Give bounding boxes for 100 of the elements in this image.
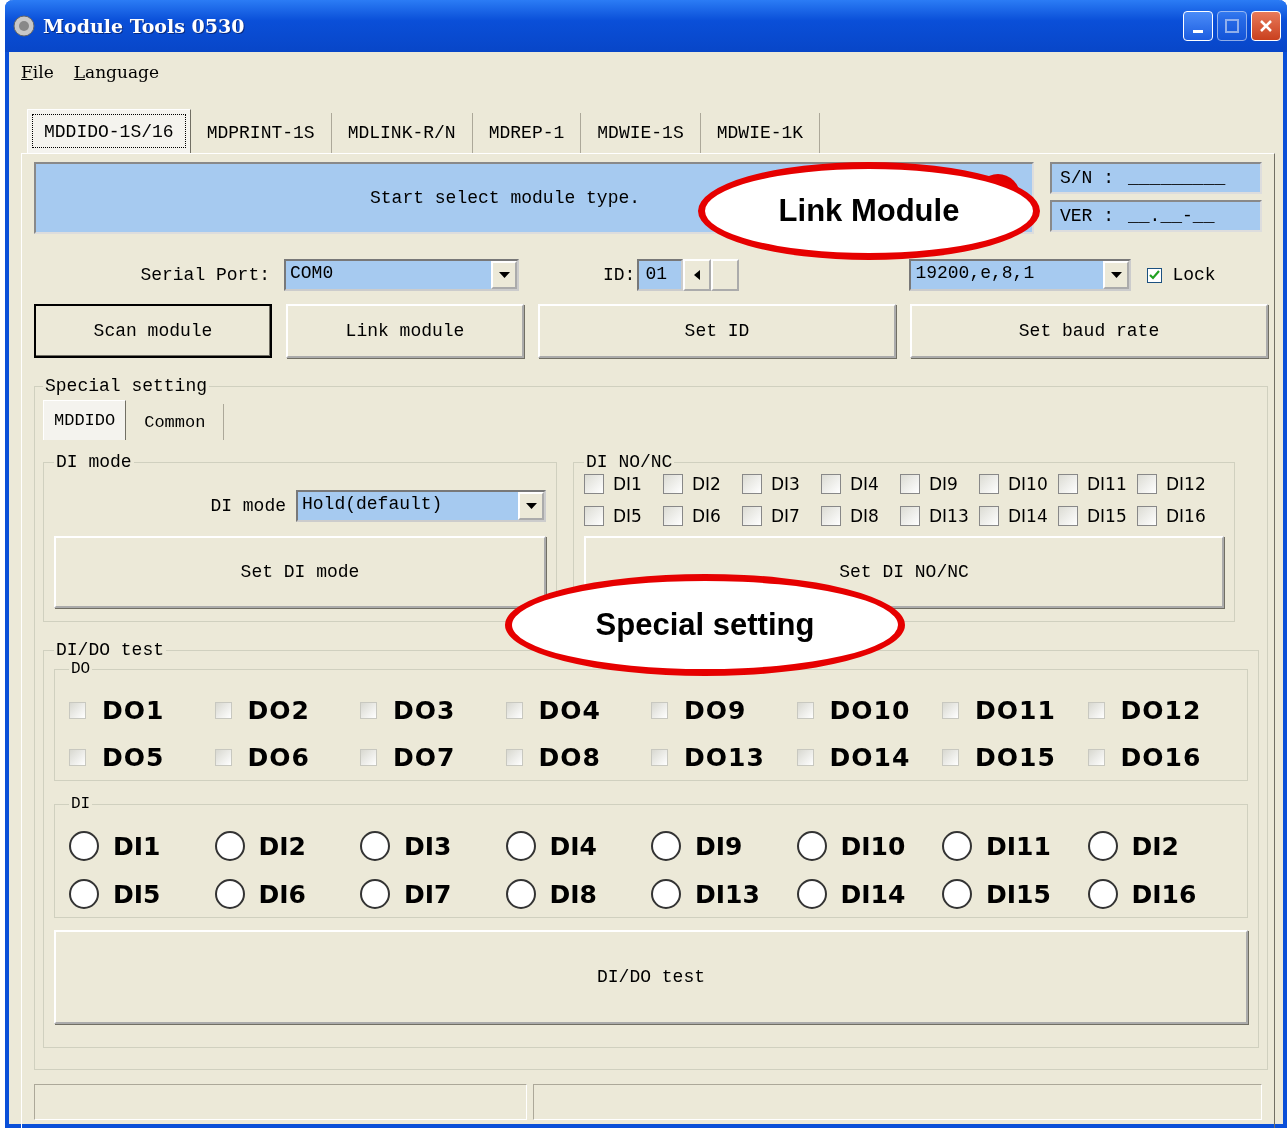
- checkbox[interactable]: [900, 506, 920, 526]
- di-mode-dropdown[interactable]: Hold(default): [296, 490, 546, 522]
- radio-button[interactable]: [796, 831, 827, 861]
- checkbox[interactable]: [900, 474, 920, 494]
- di-mode-label: DI mode: [210, 496, 286, 516]
- action-button[interactable]: Set ID: [538, 304, 896, 358]
- radio-button[interactable]: [360, 879, 390, 909]
- minimize-button[interactable]: [1183, 11, 1213, 41]
- id-field[interactable]: 01: [637, 259, 684, 291]
- menu-item[interactable]: Language: [73, 62, 160, 82]
- checkbox[interactable]: [979, 474, 999, 494]
- radio-button[interactable]: [1087, 831, 1118, 861]
- radio-label: DI8: [549, 879, 597, 909]
- baud-rate-dropdown[interactable]: 19200,e,8,1: [909, 259, 1132, 291]
- checkbox-label: DO4: [538, 696, 601, 725]
- checkbox-label: DO14: [829, 743, 911, 772]
- checkbox-label: DO13: [684, 743, 765, 772]
- checkbox-label: DI16: [1166, 506, 1206, 526]
- checkbox-label: DO11: [975, 696, 1056, 725]
- checkbox-label: DO8: [538, 743, 601, 772]
- checkbox-label: DO5: [102, 743, 165, 772]
- checkbox[interactable]: [214, 702, 232, 719]
- checkbox[interactable]: [1137, 474, 1157, 494]
- checkbox[interactable]: [1137, 506, 1157, 526]
- group-title: DI/DO test: [55, 640, 166, 660]
- group-title: DI: [70, 795, 92, 813]
- radio-label: DI2: [1131, 831, 1179, 861]
- radio-label: DI6: [258, 879, 306, 909]
- radio-button[interactable]: [942, 879, 972, 909]
- radio-button[interactable]: [942, 831, 972, 861]
- checkbox[interactable]: [69, 749, 86, 766]
- checkbox-label: DI12: [1166, 474, 1206, 494]
- maximize-button[interactable]: [1217, 11, 1247, 41]
- checkbox-label: DO12: [1120, 696, 1202, 725]
- checkbox[interactable]: [942, 749, 959, 766]
- radio-button[interactable]: [214, 831, 245, 861]
- radio-label: DI14: [840, 879, 906, 909]
- checkbox[interactable]: [979, 506, 999, 526]
- checkbox[interactable]: [651, 749, 668, 766]
- radio-label: DI11: [986, 831, 1051, 861]
- menu-item[interactable]: File: [21, 62, 54, 82]
- radio-button[interactable]: [214, 879, 245, 909]
- status-message: Start select module type.: [370, 188, 641, 208]
- checkbox[interactable]: [584, 474, 604, 494]
- checkbox[interactable]: [1058, 474, 1078, 494]
- group-title: DI NO/NC: [585, 452, 674, 472]
- action-button[interactable]: Link module: [286, 304, 524, 358]
- radio-button[interactable]: [505, 879, 536, 909]
- app-icon: [13, 15, 35, 37]
- radio-button[interactable]: [1087, 879, 1118, 909]
- checkbox[interactable]: [505, 702, 523, 719]
- serial-port-dropdown[interactable]: COM0: [284, 259, 519, 291]
- checkbox[interactable]: [360, 749, 377, 766]
- checkbox[interactable]: [505, 749, 523, 766]
- lock-checkbox[interactable]: [1147, 267, 1163, 283]
- checkbox-label: DO6: [247, 743, 310, 772]
- checkbox[interactable]: [1087, 749, 1105, 766]
- checkbox[interactable]: [942, 702, 959, 719]
- checkbox[interactable]: [796, 702, 814, 719]
- action-button[interactable]: Set baud rate: [910, 304, 1268, 358]
- checkbox[interactable]: [821, 506, 841, 526]
- close-button[interactable]: [1251, 11, 1281, 41]
- checkbox-label: DI10: [1008, 474, 1048, 494]
- group-title: Special setting: [44, 376, 209, 396]
- checkbox-label: DI2: [692, 474, 721, 494]
- spin-left-button[interactable]: [683, 259, 712, 291]
- checkbox[interactable]: [214, 749, 232, 766]
- checkbox[interactable]: [651, 702, 668, 719]
- tab[interactable]: MDDIDO-1S/16: [27, 109, 191, 153]
- checkbox[interactable]: [663, 474, 683, 494]
- checkbox[interactable]: [742, 506, 762, 526]
- tab[interactable]: MDDIDO: [43, 400, 127, 440]
- radio-button[interactable]: [796, 879, 827, 909]
- radio-label: DI9: [695, 831, 743, 861]
- field-value: _________: [1128, 168, 1226, 188]
- checkbox[interactable]: [821, 474, 841, 494]
- checkbox[interactable]: [584, 506, 604, 526]
- radio-button[interactable]: [69, 879, 99, 909]
- checkbox[interactable]: [360, 702, 377, 719]
- checkbox[interactable]: [1058, 506, 1078, 526]
- checkbox-label: DI3: [771, 474, 800, 494]
- radio-button[interactable]: [651, 879, 681, 909]
- left-arrow-icon: [694, 270, 701, 280]
- checkbox[interactable]: [69, 702, 86, 719]
- checkbox-label: DI5: [613, 506, 642, 526]
- checkbox[interactable]: [1087, 702, 1105, 719]
- checkbox[interactable]: [796, 749, 814, 766]
- radio-button[interactable]: [360, 831, 390, 861]
- action-button[interactable]: Scan module: [34, 304, 272, 358]
- lock-label: Lock: [1172, 265, 1216, 285]
- dropdown-arrow-icon: [1110, 272, 1122, 278]
- radio-button[interactable]: [651, 831, 681, 861]
- checkbox-label: DI6: [692, 506, 721, 526]
- radio-button[interactable]: [69, 831, 99, 861]
- checkbox[interactable]: [742, 474, 762, 494]
- dido-test-button[interactable]: DI/DO test: [54, 930, 1248, 1024]
- radio-button[interactable]: [505, 831, 536, 861]
- checkbox[interactable]: [663, 506, 683, 526]
- set-di-mode-button[interactable]: Set DI mode: [54, 536, 546, 608]
- radio-label: DI10: [840, 831, 906, 861]
